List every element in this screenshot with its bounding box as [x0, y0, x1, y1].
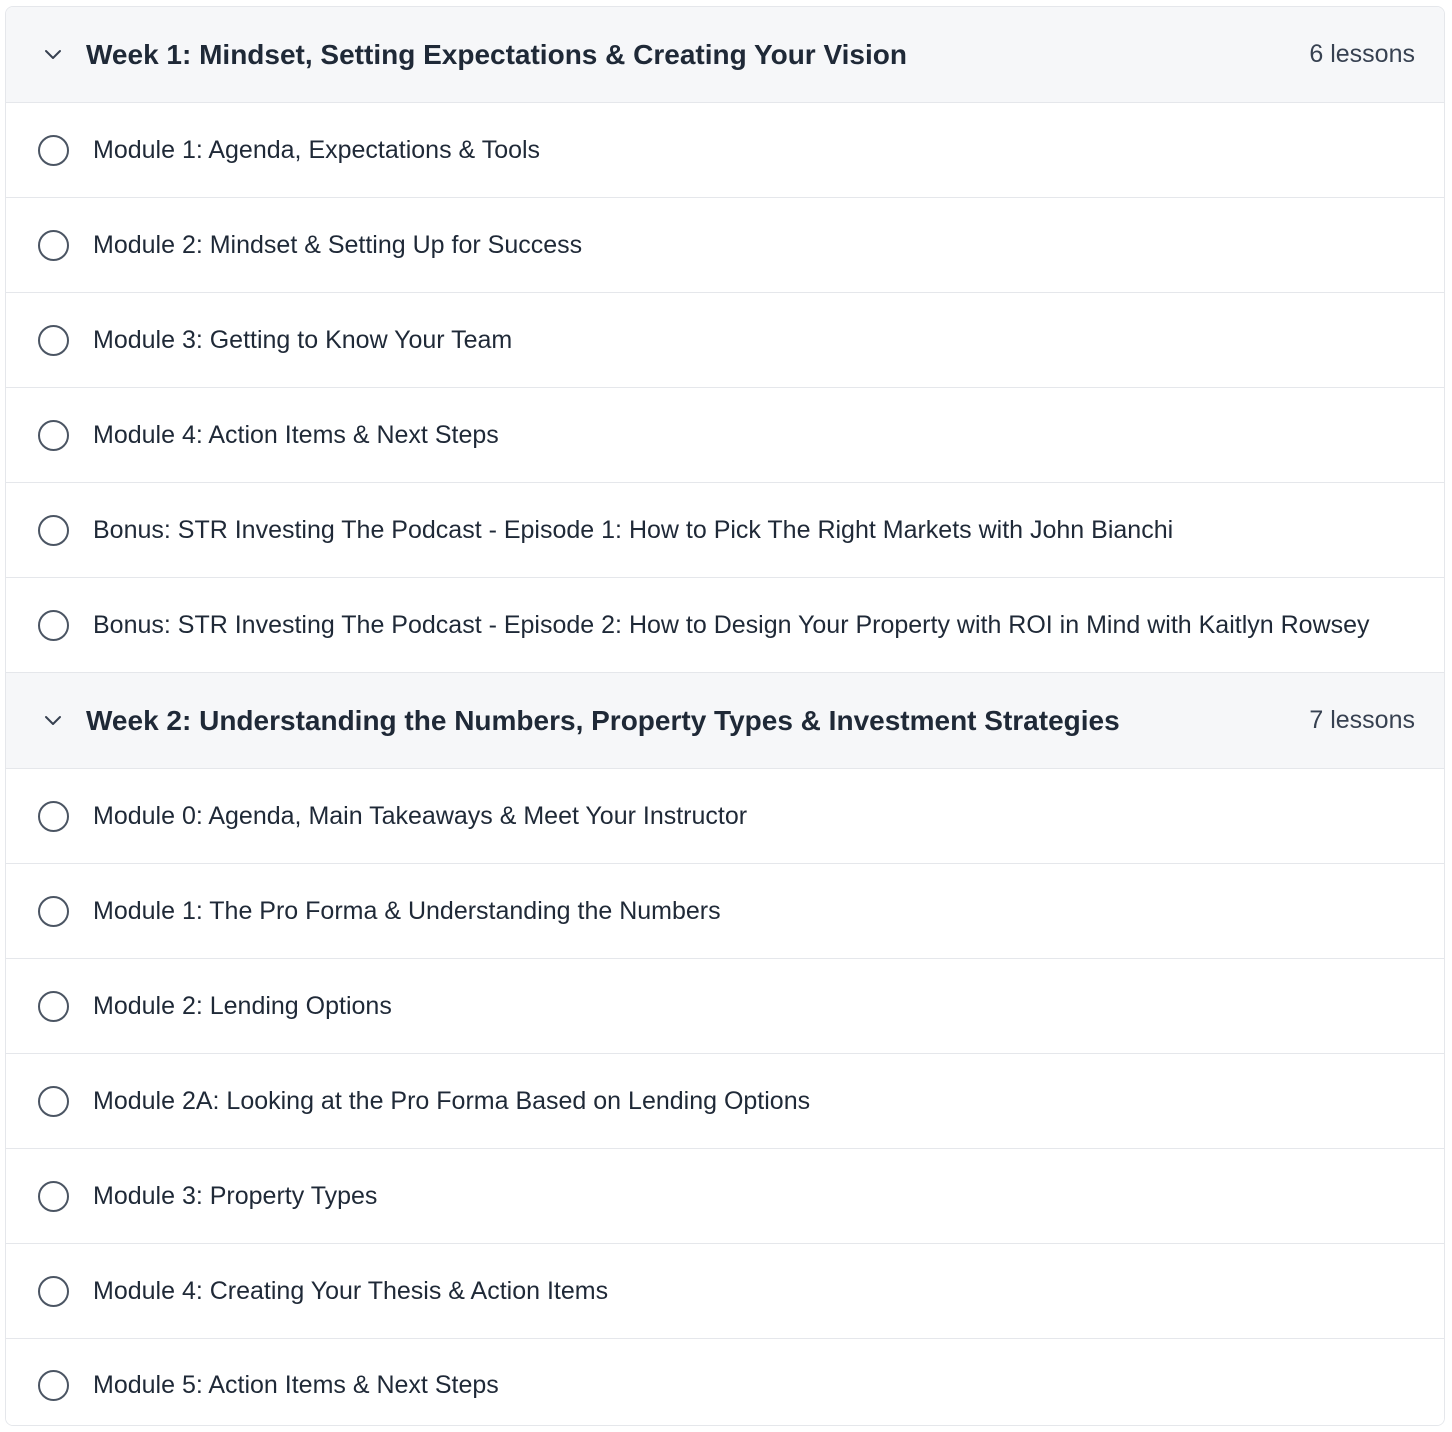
lesson-item[interactable]: Module 2: Lending Options — [6, 959, 1444, 1054]
lesson-title: Module 3: Getting to Know Your Team — [93, 325, 513, 354]
lesson-title: Module 4: Action Items & Next Steps — [93, 420, 499, 449]
lesson-item[interactable]: Module 3: Property Types — [6, 1149, 1444, 1244]
lesson-item[interactable]: Bonus: STR Investing The Podcast - Episo… — [6, 578, 1444, 673]
lesson-item[interactable]: Bonus: STR Investing The Podcast - Episo… — [6, 483, 1444, 578]
circle-outline-icon[interactable] — [38, 1370, 69, 1401]
circle-outline-icon[interactable] — [38, 895, 69, 927]
lesson-title: Module 4: Creating Your Thesis & Action … — [93, 1276, 609, 1305]
course-curriculum: Week 1: Mindset, Setting Expectations & … — [5, 6, 1445, 1426]
circle-outline-icon[interactable] — [38, 514, 69, 546]
lesson-title: Module 3: Property Types — [93, 1181, 378, 1210]
section-title: Week 1: Mindset, Setting Expectations & … — [86, 38, 907, 70]
section-title: Week 2: Understanding the Numbers, Prope… — [86, 704, 1120, 736]
lesson-item[interactable]: Module 3: Getting to Know Your Team — [6, 293, 1444, 388]
lesson-item[interactable]: Module 4: Action Items & Next Steps — [6, 388, 1444, 483]
lesson-count: 6 lessons — [1309, 40, 1415, 68]
circle-outline-icon[interactable] — [38, 800, 69, 832]
section-header-week-1[interactable]: Week 1: Mindset, Setting Expectations & … — [6, 7, 1444, 103]
lesson-title: Module 2: Lending Options — [93, 991, 392, 1020]
chevron-down-icon[interactable] — [40, 42, 66, 68]
circle-outline-icon[interactable] — [38, 324, 69, 356]
lesson-title: Module 0: Agenda, Main Takeaways & Meet … — [93, 801, 748, 830]
lesson-item[interactable]: Module 4: Creating Your Thesis & Action … — [6, 1244, 1444, 1339]
lesson-title: Module 2A: Looking at the Pro Forma Base… — [93, 1086, 811, 1115]
circle-outline-icon[interactable] — [38, 419, 69, 451]
lesson-item[interactable]: Module 1: Agenda, Expectations & Tools — [6, 103, 1444, 198]
lesson-item[interactable]: Module 2: Mindset & Setting Up for Succe… — [6, 198, 1444, 293]
circle-outline-icon[interactable] — [38, 134, 69, 166]
lesson-title: Module 1: The Pro Forma & Understanding … — [93, 896, 721, 925]
lesson-item[interactable]: Module 1: The Pro Forma & Understanding … — [6, 864, 1444, 959]
lesson-item[interactable]: Module 0: Agenda, Main Takeaways & Meet … — [6, 769, 1444, 864]
lesson-title: Bonus: STR Investing The Podcast - Episo… — [93, 515, 1174, 544]
circle-outline-icon[interactable] — [38, 1085, 69, 1117]
circle-outline-icon[interactable] — [38, 609, 69, 641]
circle-outline-icon[interactable] — [38, 229, 69, 261]
lesson-title: Module 1: Agenda, Expectations & Tools — [93, 135, 541, 164]
section-header-week-2[interactable]: Week 2: Understanding the Numbers, Prope… — [6, 673, 1444, 769]
circle-outline-icon[interactable] — [38, 990, 69, 1022]
lesson-item[interactable]: Module 5: Action Items & Next Steps — [6, 1339, 1444, 1425]
lesson-item[interactable]: Module 2A: Looking at the Pro Forma Base… — [6, 1054, 1444, 1149]
chevron-down-icon[interactable] — [40, 708, 66, 734]
circle-outline-icon[interactable] — [38, 1180, 69, 1212]
circle-outline-icon[interactable] — [38, 1275, 69, 1307]
lesson-title: Module 2: Mindset & Setting Up for Succe… — [93, 230, 583, 259]
lesson-title: Module 5: Action Items & Next Steps — [93, 1371, 499, 1399]
lesson-title: Bonus: STR Investing The Podcast - Episo… — [93, 610, 1370, 639]
lesson-count: 7 lessons — [1309, 706, 1415, 734]
